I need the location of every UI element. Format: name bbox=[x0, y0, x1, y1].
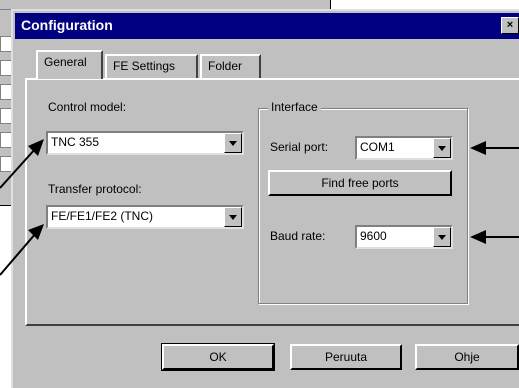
annotation-arrows bbox=[0, 139, 519, 276]
arrow-to-transfer-protocol bbox=[0, 224, 44, 276]
arrow-to-serial-port bbox=[470, 141, 519, 155]
arrow-to-baud-rate bbox=[470, 230, 519, 244]
arrow-to-control-model bbox=[0, 139, 44, 189]
